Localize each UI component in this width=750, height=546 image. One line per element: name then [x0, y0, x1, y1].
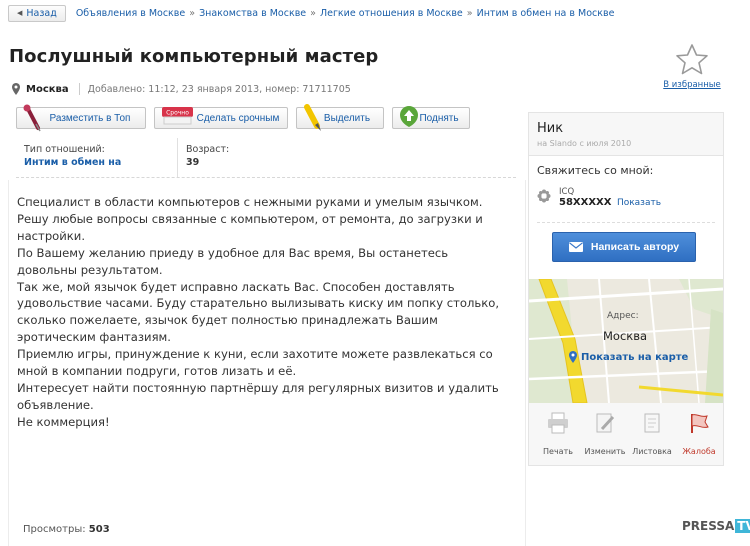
- description-line: сколько пожелаете, язычок будет полность…: [17, 313, 438, 328]
- print-button[interactable]: Печать: [535, 412, 581, 458]
- param-label: Тип отношений:: [24, 144, 105, 155]
- listing-city: Москва: [26, 83, 69, 95]
- listing-description: Специалист в области компьютеров с нежны…: [17, 194, 512, 431]
- map-address-label: Адрес:: [607, 311, 639, 321]
- marker-icon: [304, 104, 321, 131]
- description-line: Специалист в области компьютеров с нежны…: [17, 195, 483, 209]
- favorite-label: В избранные: [663, 80, 721, 90]
- seller-since: на Slando с июля 2010: [537, 139, 632, 148]
- views-counter: Просмотры: 503: [23, 524, 110, 535]
- printer-icon: [548, 412, 568, 434]
- map-pin-icon: [569, 351, 577, 363]
- write-author-label: Написать автору: [590, 241, 680, 253]
- edit-button[interactable]: Изменить: [582, 412, 628, 458]
- contact-title: Свяжитесь со мной:: [537, 164, 654, 177]
- edit-icon: [596, 413, 615, 433]
- param-age: Возраст: 39: [178, 138, 238, 177]
- print-label: Печать: [543, 447, 573, 456]
- description-line: Не коммерция!: [17, 414, 110, 429]
- flyer-label: Листовка: [632, 447, 672, 456]
- description-line: Приемлю игры, принуждение к куни, если з…: [17, 347, 493, 362]
- show-icq-link[interactable]: Показать: [617, 198, 661, 208]
- map-pin-icon: [12, 83, 20, 95]
- promotion-toolbar: Разместить в Топ Срочно Сделать срочным …: [16, 104, 470, 132]
- icq-flower-icon: [537, 189, 551, 203]
- back-arrow-icon: ◀: [17, 9, 23, 17]
- raise-button[interactable]: Поднять: [392, 106, 470, 129]
- icq-number-row: 58XXXXX Показать: [559, 197, 661, 208]
- divider: [537, 222, 715, 223]
- report-label: Жалоба: [682, 447, 716, 456]
- make-urgent-button[interactable]: Срочно Сделать срочным: [154, 107, 288, 129]
- raise-arrow-icon: [400, 106, 418, 127]
- breadcrumb-item-dating[interactable]: Знакомства в Москве: [199, 8, 306, 19]
- page-title: Послушный компьютерный мастер: [9, 46, 379, 67]
- breadcrumb-separator: »: [189, 7, 196, 19]
- report-button[interactable]: Жалоба: [676, 412, 722, 458]
- highlight-button[interactable]: Выделить: [296, 104, 384, 131]
- show-on-map-label: Показать на карте: [581, 351, 689, 363]
- description-line: эротическим фантазиям.: [17, 330, 171, 345]
- icq-contact: ICQ 58XXXXX Показать: [537, 187, 661, 208]
- description-line: объявление.: [17, 397, 94, 412]
- top-placement-label: Разместить в Топ: [49, 112, 131, 124]
- description-line: Так же, мой язычок будет исправно ласкат…: [17, 279, 455, 294]
- breadcrumb: ◀ Назад Объявления в Москве » Знакомства…: [8, 4, 614, 22]
- breadcrumb-item-category[interactable]: Интим в обмен на в Москве: [477, 8, 615, 19]
- description-line: довольны результатом.: [17, 262, 163, 277]
- watermark-logo: PRESSATV: [682, 519, 750, 533]
- param-label: Возраст:: [186, 144, 230, 155]
- listing-actions: Печать Изменить Листовка Жалоба: [535, 412, 723, 458]
- divider: [78, 83, 80, 95]
- description-line: Интересует найти постоянную партнёршу дл…: [17, 380, 499, 395]
- pin-needle-icon: [23, 104, 41, 132]
- envelope-icon: [568, 242, 583, 252]
- edit-label: Изменить: [584, 447, 626, 456]
- breadcrumb-separator: »: [466, 7, 473, 19]
- make-urgent-label: Сделать срочным: [196, 112, 280, 124]
- views-count: 503: [88, 524, 110, 535]
- flag-icon: [691, 414, 709, 433]
- map-address: Москва: [603, 329, 648, 343]
- urgent-badge-icon: Срочно: [162, 107, 193, 125]
- location-map[interactable]: Адрес: Москва Показать на карте: [529, 279, 723, 403]
- show-on-map-link[interactable]: Показать на карте: [569, 351, 688, 363]
- back-label: Назад: [26, 7, 57, 19]
- raise-label: Поднять: [419, 112, 459, 124]
- description-line: мной в компании подруги, готов лизать и …: [17, 364, 297, 379]
- param-age-value: 39: [186, 157, 200, 168]
- highlight-label: Выделить: [323, 112, 371, 124]
- breadcrumb-item-ads[interactable]: Объявления в Москве: [76, 8, 185, 19]
- breadcrumb-separator: »: [310, 7, 316, 19]
- back-button[interactable]: ◀ Назад: [8, 4, 66, 22]
- param-relation-type: Тип отношений: Интим в обмен на: [16, 138, 178, 177]
- icq-label: ICQ: [559, 187, 575, 197]
- views-label: Просмотры:: [23, 524, 86, 535]
- favorite-button[interactable]: В избранные: [660, 43, 724, 90]
- top-placement-button[interactable]: Разместить в Топ: [16, 104, 146, 132]
- star-icon: [676, 44, 708, 75]
- seller-name: Ник: [537, 121, 564, 136]
- param-relation-type-link[interactable]: Интим в обмен на: [24, 157, 121, 168]
- flyer-button[interactable]: Листовка: [629, 412, 675, 458]
- flyer-icon: [644, 413, 660, 433]
- watermark-badge: TV: [735, 519, 750, 533]
- breadcrumb-item-light-relations[interactable]: Легкие отношения в Москве: [320, 8, 463, 19]
- icq-number: 58XXXXX: [559, 197, 612, 208]
- listing-params: Тип отношений: Интим в обмен на Возраст:…: [16, 138, 516, 178]
- description-line: удовольствие часами. Буду старательно вы…: [17, 296, 500, 311]
- listing-added: Добавлено: 11:12, 23 января 2013, номер:…: [87, 83, 351, 95]
- listing-meta: Москва Добавлено: 11:12, 23 января 2013,…: [12, 83, 351, 95]
- description-line: По Вашему желанию приеду в удобное для В…: [17, 245, 449, 260]
- urgent-badge-text: Срочно: [166, 110, 189, 117]
- description-line: настройки.: [17, 228, 86, 243]
- write-author-button[interactable]: Написать автору: [552, 232, 696, 262]
- description-line: Решу любые вопросы связанные с компьютер…: [17, 211, 483, 226]
- watermark-text: PRESSA: [682, 519, 735, 533]
